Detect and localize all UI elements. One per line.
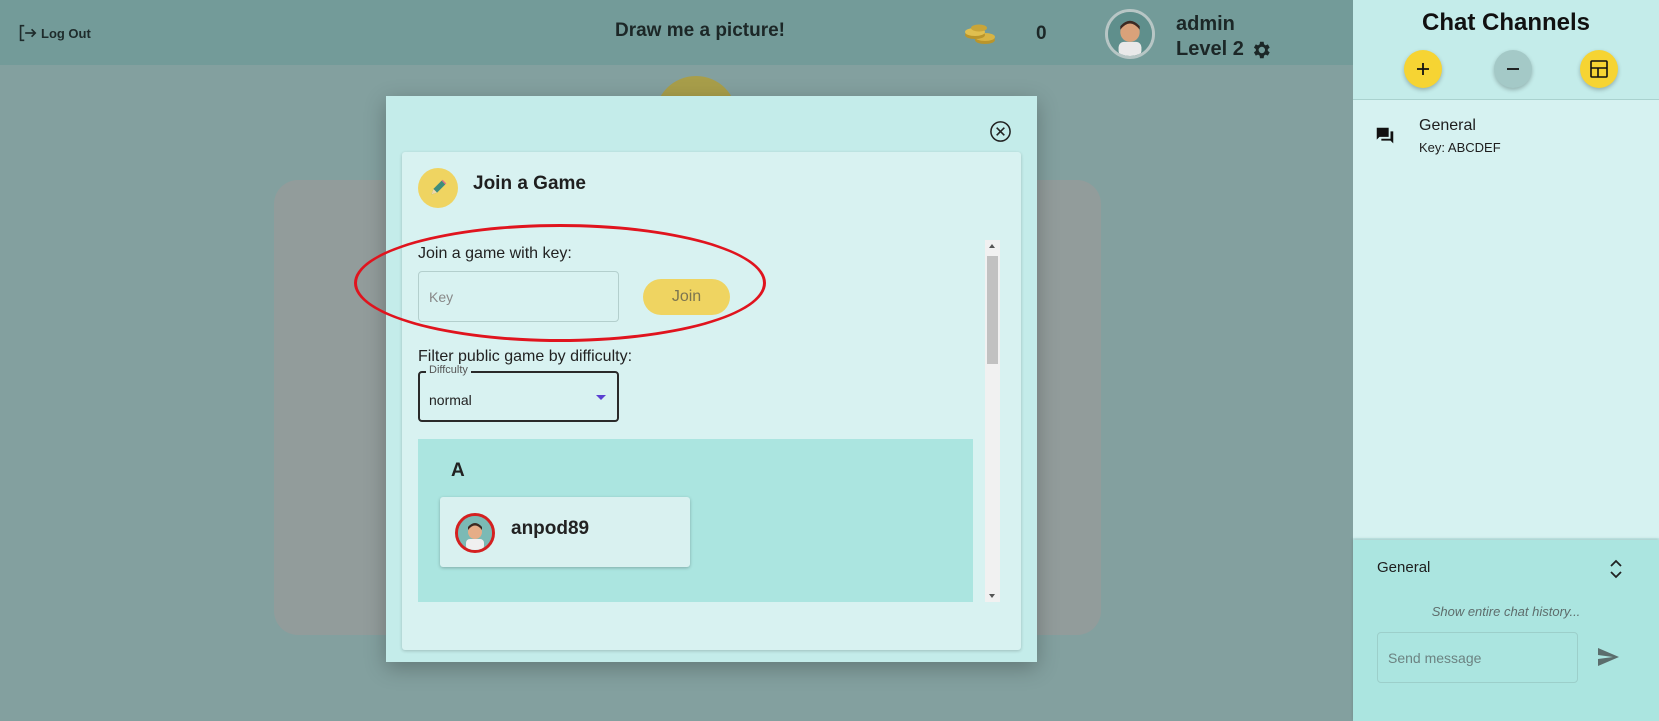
scroll-down-icon[interactable] (989, 594, 995, 598)
join-scroll-area[interactable]: Join a game with key: Join Filter public… (418, 240, 981, 602)
chat-channel-name: General (1377, 559, 1431, 576)
add-channel-button[interactable] (1404, 50, 1442, 88)
minus-icon (1507, 68, 1519, 70)
avatar (455, 513, 495, 553)
top-bar: Log Out Draw me a picture! 0 admin Level… (0, 0, 1353, 65)
chevron-down-icon (596, 395, 606, 400)
plus-icon (1417, 63, 1429, 75)
send-icon[interactable] (1595, 645, 1621, 669)
gear-icon[interactable] (1250, 39, 1272, 61)
player-name: anpod89 (511, 518, 590, 539)
scrollbar[interactable] (985, 240, 1000, 602)
message-input[interactable] (1377, 632, 1578, 683)
chat-sidebar: Chat Channels General Key: ABCDEF Genera… (1353, 0, 1659, 721)
avatar-image (458, 516, 492, 550)
difficulty-value: normal (429, 392, 472, 408)
level-label: Level 2 (1176, 38, 1244, 60)
coin-count: 0 (1036, 23, 1047, 44)
channel-key: Key: ABCDEF (1419, 140, 1501, 155)
scrollbar-thumb[interactable] (987, 256, 998, 364)
coins-icon (965, 24, 995, 44)
avatar-image (1108, 12, 1152, 56)
remove-channel-button[interactable] (1494, 50, 1532, 88)
expand-icon[interactable] (1608, 558, 1624, 580)
key-input[interactable] (418, 271, 619, 322)
modal-title: Join a Game (473, 173, 586, 194)
group-letter: A (451, 460, 465, 481)
game-card[interactable]: anpod89 (440, 497, 690, 567)
join-button[interactable]: Join (643, 279, 730, 315)
channel-name: General (1419, 117, 1476, 134)
join-game-card: Join a Game Join a game with key: Join F… (402, 152, 1021, 650)
difficulty-legend: Diffculty (426, 364, 471, 376)
key-label: Join a game with key: (418, 245, 572, 262)
sidebar-title: Chat Channels (1421, 9, 1591, 36)
forum-icon (1376, 127, 1394, 144)
username: admin (1176, 13, 1235, 35)
scroll-up-icon[interactable] (989, 244, 995, 248)
public-games-panel: A anpod89 (418, 439, 973, 602)
chat-history-link[interactable]: Show entire chat history... (1353, 604, 1659, 619)
user-avatar[interactable] (1105, 9, 1155, 59)
layout-icon (1590, 60, 1608, 78)
user-level: Level 2 (1176, 38, 1272, 61)
difficulty-select[interactable]: Diffculty normal (418, 364, 619, 422)
close-icon[interactable] (989, 120, 1012, 143)
chat-box: General Show entire chat history... (1353, 540, 1659, 721)
pencil-icon (418, 168, 458, 208)
channel-item-general[interactable]: General Key: ABCDEF (1353, 115, 1659, 165)
pencil-glyph (431, 179, 447, 195)
layout-button[interactable] (1580, 50, 1618, 88)
channel-list: General Key: ABCDEF (1353, 100, 1659, 538)
join-game-modal: Join a Game Join a game with key: Join F… (386, 96, 1037, 662)
